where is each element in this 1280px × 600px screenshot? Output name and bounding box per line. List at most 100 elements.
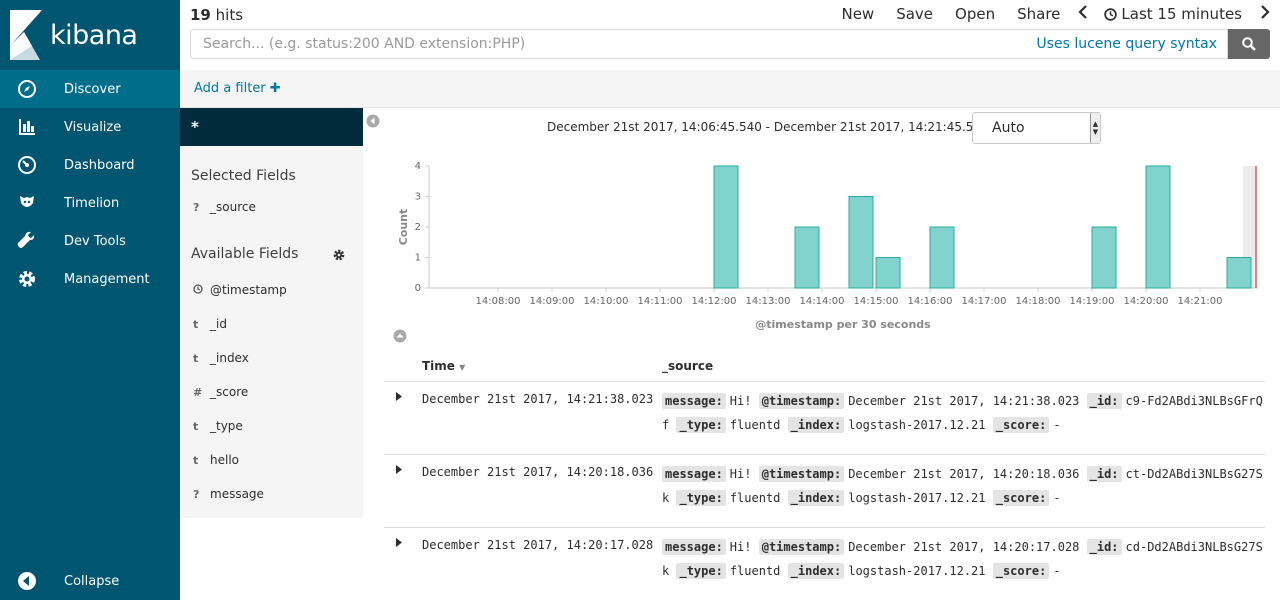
share-button[interactable]: Share [1017,5,1060,23]
field-value: - [1053,491,1061,505]
wrench-icon [17,231,37,251]
field-panel: * Selected Fields ? _source Available Fi… [180,108,363,518]
field-settings-gear-icon[interactable] [333,249,345,265]
save-button[interactable]: Save [896,5,933,23]
clock-icon [1104,7,1118,21]
hits-number: 19 [190,6,211,24]
column-header-time[interactable]: Time ▼ [384,359,662,373]
selected-fields-heading: Selected Fields [191,168,296,184]
caret-right-icon [396,392,402,401]
compass-icon [17,79,37,99]
x-tick-label: 14:16:00 [908,296,953,307]
field-key: _score: [992,417,1050,433]
histogram-bar [929,226,955,289]
histogram-bar [1145,165,1171,289]
row-time: December 21st 2017, 14:20:17.028 [422,538,654,552]
field-item-hello[interactable]: t hello [180,443,363,477]
number-type-icon: # [193,385,203,399]
search-button[interactable] [1228,29,1270,59]
time-picker-button[interactable]: Last 15 minutes [1104,5,1242,23]
field-item-index[interactable]: t _index [180,341,363,375]
hits-count: 19 hits [190,6,243,24]
column-header-source: _source [662,358,714,373]
collapse-chart-button[interactable] [393,329,407,347]
hits-label: hits [215,6,244,24]
field-name: _index [210,351,249,365]
kibana-logo[interactable]: kibana [0,0,180,70]
new-button[interactable]: New [841,5,874,23]
lucene-syntax-link[interactable]: Uses lucene query syntax [1036,36,1217,52]
search-box: Uses lucene query syntax [190,29,1228,59]
field-item-id[interactable]: t _id [180,307,363,341]
field-item-type[interactable]: t _type [180,409,363,443]
expand-row-toggle[interactable] [384,528,414,600]
sidebar-item-discover[interactable]: Discover [0,70,180,108]
interval-value: Auto [992,120,1025,136]
open-button[interactable]: Open [955,5,995,23]
top-bar: 19 hits New Save Open Share Last 15 minu… [180,0,1280,70]
expand-row-toggle[interactable] [384,382,414,454]
sidebar: kibana Discover Visualize Dashboard Time… [0,0,180,600]
histogram-bar [1226,257,1252,289]
field-key: message: [662,393,726,409]
available-fields-label: Available Fields [191,246,299,262]
table-row: December 21st 2017, 14:20:18.036 message… [384,455,1265,528]
search-input[interactable] [203,36,1023,52]
expand-row-toggle[interactable] [384,455,414,527]
caret-right-icon [396,538,402,547]
field-item-timestamp[interactable]: @timestamp [180,273,363,307]
field-value: - [1053,418,1061,432]
field-key: _id: [1086,466,1122,482]
add-filter-button[interactable]: Add a filter ✚ [194,81,281,96]
sidebar-item-label: Dev Tools [64,233,126,249]
field-key: message: [662,466,726,482]
field-key: _type: [676,417,726,433]
field-key: @timestamp: [758,539,845,555]
sidebar-item-dev-tools[interactable]: Dev Tools [0,222,180,260]
top-menu: New Save Open Share Last 15 minutes [841,5,1270,23]
field-name: _score [210,385,249,399]
sidebar-item-visualize[interactable]: Visualize [0,108,180,146]
x-tick-label: 14:14:00 [800,296,845,307]
bar-chart-icon [17,117,37,137]
kibana-logo-icon [10,10,42,60]
chevron-right-icon [1261,5,1270,19]
index-pattern-selector[interactable]: * [180,108,363,146]
field-value: logstash-2017.12.21 [848,418,986,432]
timelion-icon [17,193,37,213]
field-value: Hi! [729,467,752,481]
field-value: logstash-2017.12.21 [848,564,986,578]
field-key: _id: [1086,539,1122,555]
histogram-bar [875,257,901,289]
time-back-button[interactable] [1078,5,1088,23]
field-value: December 21st 2017, 14:21:38.023 [848,394,1080,408]
sidebar-item-dashboard[interactable]: Dashboard [0,146,180,184]
field-name: _source [210,200,256,214]
field-key: _index: [787,417,845,433]
field-key: @timestamp: [758,393,845,409]
row-source: message: Hi! @timestamp: December 21st 201… [662,528,1265,600]
histogram-bar [713,165,739,289]
histogram-bar [848,196,874,289]
field-item-score[interactable]: # _score [180,375,363,409]
collapse-arrow-icon [17,571,37,591]
field-item-source[interactable]: ? _source [180,196,363,218]
field-value: fluentd [729,491,781,505]
table-row: December 21st 2017, 14:20:17.028 message… [384,528,1265,600]
time-forward-button[interactable] [1260,5,1270,23]
field-key: _index: [787,563,845,579]
collapse-label: Collapse [64,573,120,589]
field-item-message[interactable]: ? message [180,477,363,511]
search-row: Uses lucene query syntax [190,29,1270,59]
sidebar-item-timelion[interactable]: Timelion [0,184,180,222]
x-axis-label: @timestamp per 30 seconds [755,318,931,331]
x-tick-label: 14:13:00 [746,296,791,307]
histogram-bar [794,226,820,289]
sidebar-item-management[interactable]: Management [0,260,180,298]
interval-select[interactable]: Auto ▲ ▼ [972,112,1101,144]
field-key: _score: [992,490,1050,506]
collapse-sidebar-button[interactable]: Collapse [0,562,180,600]
caret-right-icon [396,465,402,474]
x-tick-label: 14:17:00 [962,296,1007,307]
x-tick-label: 14:19:00 [1070,296,1115,307]
